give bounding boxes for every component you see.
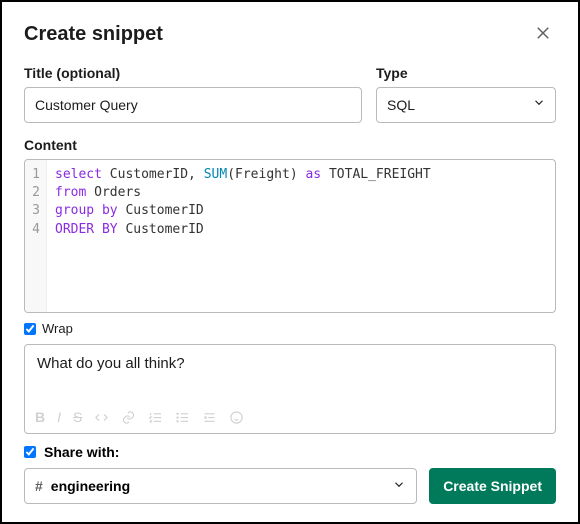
- code-area[interactable]: select CustomerID, SUM(Freight) as TOTAL…: [47, 160, 555, 312]
- channel-select[interactable]: # engineering: [24, 468, 417, 504]
- channel-name: engineering: [51, 478, 130, 494]
- wrap-row: Wrap: [24, 321, 556, 336]
- modal-header: Create snippet: [24, 20, 556, 49]
- share-checkbox[interactable]: [24, 446, 36, 458]
- strike-icon[interactable]: S: [73, 409, 82, 425]
- italic-icon[interactable]: I: [57, 409, 61, 425]
- bold-icon[interactable]: B: [35, 409, 45, 425]
- message-box: What do you all think? B I S: [24, 344, 556, 434]
- code-editor[interactable]: 1234 select CustomerID, SUM(Freight) as …: [24, 159, 556, 313]
- indent-icon[interactable]: [202, 409, 217, 425]
- close-icon: [534, 30, 552, 45]
- footer-row: # engineering Create Snippet: [24, 468, 556, 504]
- type-label: Type: [376, 65, 556, 81]
- title-type-row: Title (optional) Type SQL: [24, 65, 556, 123]
- emoji-icon[interactable]: [229, 409, 244, 425]
- title-label: Title (optional): [24, 65, 362, 81]
- title-input[interactable]: [24, 87, 362, 123]
- message-input[interactable]: What do you all think?: [25, 345, 555, 403]
- unordered-list-icon[interactable]: [175, 409, 190, 425]
- title-field: Title (optional): [24, 65, 362, 123]
- type-field: Type SQL: [376, 65, 556, 123]
- content-label: Content: [24, 137, 556, 153]
- share-row: Share with:: [24, 444, 556, 460]
- message-toolbar: B I S: [25, 403, 555, 433]
- modal-title: Create snippet: [24, 23, 163, 46]
- share-label: Share with:: [44, 444, 119, 460]
- hash-icon: #: [35, 478, 43, 494]
- ordered-list-icon[interactable]: [148, 409, 163, 425]
- chevron-down-icon: [392, 478, 406, 495]
- close-button[interactable]: [530, 20, 556, 49]
- wrap-label: Wrap: [42, 321, 73, 336]
- link-icon[interactable]: [121, 409, 136, 425]
- create-snippet-button[interactable]: Create Snippet: [429, 468, 556, 504]
- line-gutter: 1234: [25, 160, 47, 312]
- wrap-checkbox[interactable]: [24, 323, 36, 335]
- create-snippet-modal: Create snippet Title (optional) Type SQL…: [0, 0, 580, 524]
- type-select[interactable]: SQL: [376, 87, 556, 123]
- code-icon[interactable]: [94, 409, 109, 425]
